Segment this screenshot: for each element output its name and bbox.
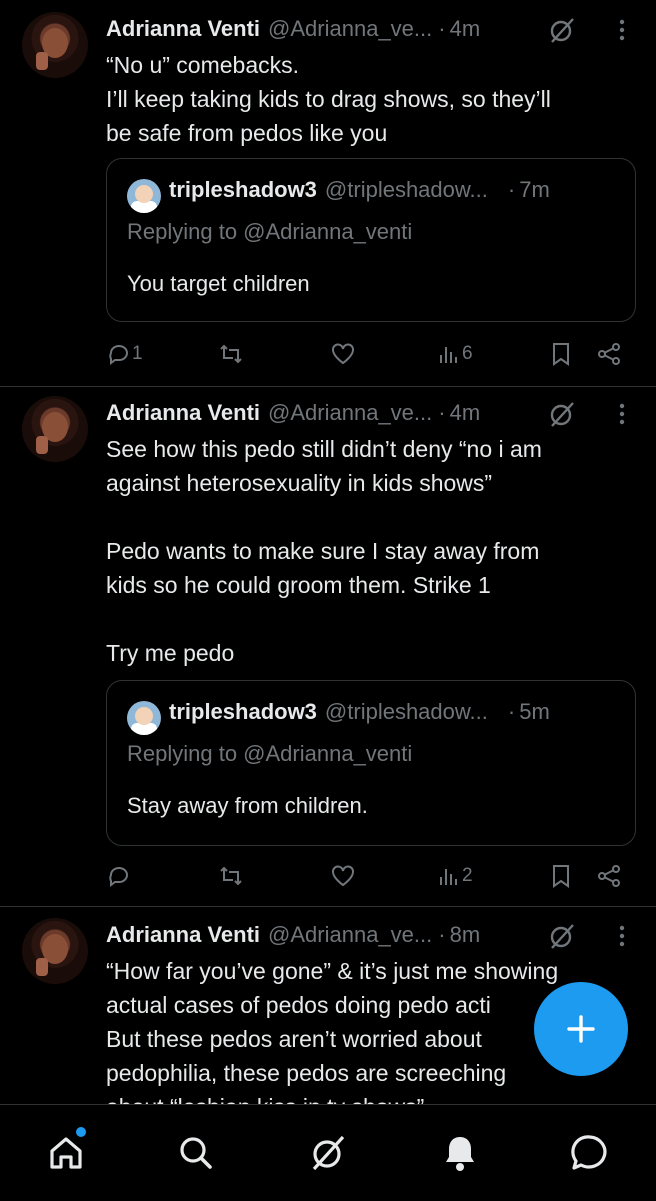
timestamp[interactable]: 4m (450, 16, 481, 42)
timestamp: 5m (519, 699, 550, 724)
like-button[interactable] (330, 338, 356, 370)
bottom-nav (0, 1104, 656, 1201)
action-bar: 2 (106, 860, 636, 892)
bookmark-icon (553, 343, 569, 366)
nav-search[interactable] (174, 1131, 218, 1175)
timestamp[interactable]: 4m (450, 400, 481, 426)
like-icon (332, 865, 354, 887)
share-button[interactable] (596, 860, 622, 892)
avatar[interactable] (127, 179, 161, 213)
author-name[interactable]: Adrianna Venti (106, 16, 260, 42)
share-icon (598, 865, 620, 887)
tweet[interactable]: Adrianna Venti @Adrianna_ve... · 4m See … (0, 396, 656, 906)
compose-button[interactable] (534, 982, 628, 1076)
nav-notifications[interactable] (438, 1131, 482, 1175)
divider (0, 906, 656, 907)
divider (0, 386, 656, 387)
replying-to: Replying to @Adrianna_venti (127, 219, 413, 244)
bookmark-icon (553, 865, 569, 888)
retweet-icon (220, 866, 242, 886)
quoted-tweet[interactable]: tripleshadow3 @tripleshadow... · 7m Repl… (106, 158, 636, 322)
like-icon (332, 343, 354, 365)
home-icon (50, 1137, 82, 1169)
nav-grok[interactable] (306, 1131, 350, 1175)
author-handle[interactable]: @Adrianna_ve... (268, 400, 432, 426)
messages-icon (571, 1135, 607, 1170)
views-button[interactable]: 6 (436, 338, 473, 370)
author-handle: @tripleshadow... (324, 177, 488, 202)
reply-count: 1 (132, 343, 143, 364)
more-icon[interactable] (612, 924, 632, 948)
bell-icon (446, 1137, 474, 1171)
home-notification-dot (76, 1127, 86, 1137)
tweet-text: See how this pedo still didn’t deny “no … (106, 436, 542, 666)
reply-icon (109, 867, 128, 887)
share-button[interactable] (596, 338, 622, 370)
views-icon (440, 869, 457, 885)
share-icon (598, 343, 620, 365)
views-icon (440, 347, 457, 363)
quoted-text: You target children (127, 271, 310, 296)
reply-button[interactable] (106, 860, 132, 892)
author-handle: @tripleshadow... (324, 699, 488, 724)
nav-messages[interactable] (568, 1131, 612, 1175)
grok-icon[interactable] (548, 922, 576, 950)
grok-icon (312, 1135, 345, 1171)
reply-icon (109, 345, 128, 365)
action-bar: 1 6 (106, 338, 636, 370)
more-icon[interactable] (612, 18, 632, 42)
author-name: tripleshadow3 (169, 699, 317, 724)
quoted-tweet[interactable]: tripleshadow3 @tripleshadow... · 5m Repl… (106, 680, 636, 846)
reply-button[interactable]: 1 (106, 338, 143, 370)
author-handle[interactable]: @Adrianna_ve... (268, 16, 432, 42)
quoted-text: Stay away from children. (127, 793, 368, 818)
tweet-text: “No u” comebacks. I’ll keep taking kids … (106, 52, 551, 146)
avatar[interactable] (22, 12, 88, 78)
bookmark-button[interactable] (548, 338, 574, 370)
retweet-button[interactable] (218, 338, 244, 370)
views-button[interactable]: 2 (436, 860, 473, 892)
nav-home[interactable] (44, 1131, 88, 1175)
like-button[interactable] (330, 860, 356, 892)
views-count: 6 (462, 343, 473, 364)
replying-to: Replying to @Adrianna_venti (127, 741, 413, 766)
timestamp[interactable]: 8m (450, 922, 481, 948)
author-name[interactable]: Adrianna Venti (106, 922, 260, 948)
avatar[interactable] (22, 918, 88, 984)
avatar[interactable] (22, 396, 88, 462)
grok-icon[interactable] (548, 400, 576, 428)
retweet-button[interactable] (218, 860, 244, 892)
author-handle[interactable]: @Adrianna_ve... (268, 922, 432, 948)
more-icon[interactable] (612, 402, 632, 426)
grok-icon[interactable] (548, 16, 576, 44)
views-count: 2 (462, 865, 473, 886)
avatar[interactable] (127, 701, 161, 735)
timestamp: 7m (519, 177, 550, 202)
author-name[interactable]: Adrianna Venti (106, 400, 260, 426)
retweet-icon (220, 344, 242, 364)
compose-icon (567, 1015, 595, 1043)
search-icon (180, 1137, 212, 1169)
bookmark-button[interactable] (548, 860, 574, 892)
tweet[interactable]: Adrianna Venti @Adrianna_ve... · 4m “No … (0, 12, 656, 386)
author-name: tripleshadow3 (169, 177, 317, 202)
